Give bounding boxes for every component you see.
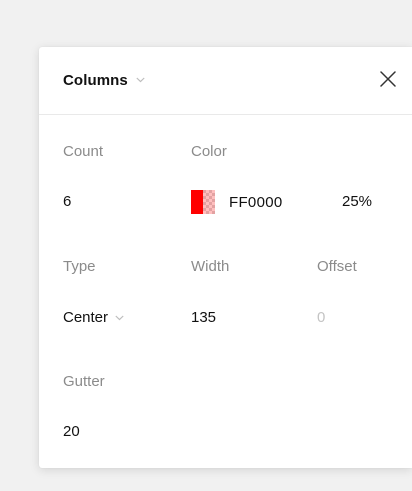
- columns-settings-panel: Columns Count Color 6 FF0000 25% Type Wi…: [39, 47, 412, 468]
- chevron-down-icon: [136, 77, 145, 83]
- panel-title: Columns: [63, 71, 128, 89]
- type-label: Type: [63, 258, 96, 275]
- columns-dropdown[interactable]: Columns: [63, 69, 145, 91]
- color-swatch[interactable]: [191, 190, 215, 214]
- color-field: FF0000: [191, 189, 283, 215]
- type-value: Center: [63, 309, 109, 326]
- gutter-input[interactable]: 20: [63, 423, 80, 441]
- width-input[interactable]: 135: [191, 309, 216, 327]
- count-label: Count: [63, 143, 104, 160]
- color-label: Color: [191, 143, 227, 160]
- close-icon: [380, 71, 396, 87]
- offset-input[interactable]: 0: [317, 309, 325, 327]
- opacity-input[interactable]: 25%: [342, 193, 372, 211]
- color-hex-input[interactable]: FF0000: [229, 194, 283, 211]
- width-label: Width: [191, 258, 230, 275]
- count-input[interactable]: 6: [63, 193, 71, 211]
- type-dropdown[interactable]: Center: [63, 309, 124, 327]
- chevron-down-icon: [115, 315, 124, 321]
- close-button[interactable]: [376, 67, 400, 91]
- panel-header: Columns: [39, 47, 412, 115]
- gutter-label: Gutter: [63, 373, 105, 390]
- offset-label: Offset: [317, 258, 357, 275]
